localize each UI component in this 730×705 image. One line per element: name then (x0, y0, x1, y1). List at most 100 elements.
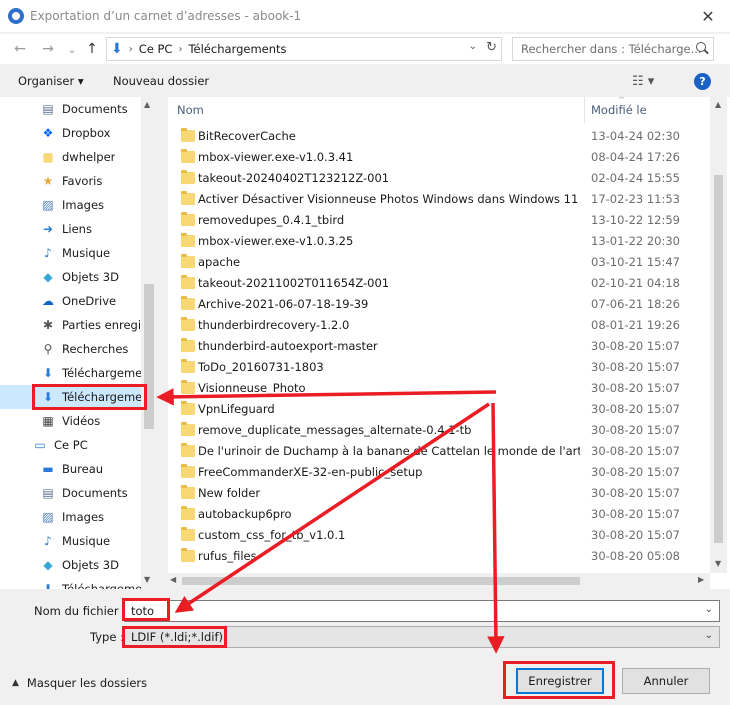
nav-item[interactable]: ▨ Images (0, 193, 141, 217)
filename-input[interactable]: toto ⌄ (124, 600, 720, 622)
file-name: ToDo_20160731-1803 (198, 360, 324, 374)
organize-button[interactable]: Organiser ▾ (18, 74, 84, 88)
file-list-vertical-scrollbar[interactable]: ▲ ▼ (710, 97, 727, 573)
chevron-down-icon[interactable]: ⌄ (705, 604, 713, 615)
cancel-button[interactable]: Annuler (622, 668, 710, 694)
folder-icon (181, 317, 195, 331)
nav-item[interactable]: ▨ Images (0, 505, 141, 529)
nav-item[interactable]: ★ Favoris (0, 169, 141, 193)
save-button[interactable]: Enregistrer (516, 668, 604, 694)
file-name: Archive-2021-06-07-18-19-39 (198, 297, 369, 311)
file-name: thunderbirdrecovery-1.2.0 (198, 318, 350, 332)
scroll-down-icon[interactable]: ▼ (144, 575, 150, 584)
vertical-scroll-thumb[interactable] (714, 175, 723, 543)
breadcrumb-downloads[interactable]: Téléchargements (188, 42, 286, 56)
navigation-pane[interactable]: ▤ Documents ❖ Dropbox ■ dwhelper ★ Favoris ▨ Imag… (0, 97, 157, 589)
breadcrumb-this-pc[interactable]: Ce PC (139, 42, 173, 56)
chevron-down-icon[interactable]: ⌄ (705, 630, 713, 641)
file-row[interactable]: takeout-20211002T011654Z-001 02-10-21 04:… (168, 273, 710, 294)
refresh-icon[interactable]: ↻ (486, 40, 497, 55)
column-modified[interactable]: Modifié le (591, 103, 647, 117)
file-row[interactable]: removedupes_0.4.1_tbird 13-10-22 12:59 (168, 210, 710, 231)
file-row[interactable]: De l'urinoir de Duchamp à la banane de C… (168, 441, 710, 462)
search-input[interactable]: Rechercher dans : Télécharge... (512, 37, 714, 61)
nav-item[interactable]: ▬ Bureau (0, 457, 141, 481)
file-row[interactable]: ToDo_20160731-1803 30-08-20 15:07 (168, 357, 710, 378)
view-options-icon[interactable]: ☷ ▾ (632, 74, 654, 89)
nav-item[interactable]: ■ dwhelper (0, 145, 141, 169)
file-row[interactable]: rufus_files 30-08-20 05:08 (168, 546, 710, 567)
hide-folders-toggle[interactable]: ▲ Masquer les dossiers (12, 676, 147, 690)
file-type-row: Type : LDIF (*.ldi;*.ldif) ⌄ (0, 626, 730, 650)
nav-item[interactable]: ⬇ Téléchargements (0, 361, 141, 385)
file-name: takeout-20240402T123212Z-001 (198, 171, 390, 185)
column-name[interactable]: Nom (177, 103, 204, 117)
file-row[interactable]: VpnLifeguard 30-08-20 15:07 (168, 399, 710, 420)
nav-item[interactable]: ⬇ Téléchargements (0, 385, 141, 409)
file-row[interactable]: thunderbird-autoexport-master 30-08-20 15… (168, 336, 710, 357)
close-button[interactable]: ✕ (686, 0, 730, 32)
file-name: remove_duplicate_messages_alternate-0.4.… (198, 423, 472, 437)
scroll-left-icon[interactable]: ◀ (170, 575, 176, 584)
nav-item[interactable]: ▤ Documents (0, 481, 141, 505)
scroll-down-icon[interactable]: ▼ (715, 559, 721, 568)
nav-item[interactable]: ✱ Parties enregistrées (0, 313, 141, 337)
up-arrow-icon[interactable]: ↑ (82, 39, 102, 59)
file-row[interactable]: Archive-2021-06-07-18-19-39 07-06-21 18:2… (168, 294, 710, 315)
nav-item[interactable]: ▤ Documents (0, 97, 141, 121)
file-row[interactable]: takeout-20240402T123212Z-001 02-04-24 15:… (168, 168, 710, 189)
file-row[interactable]: Activer Désactiver Visionneuse Photos Wi… (168, 189, 710, 210)
nav-item[interactable]: ❖ Dropbox (0, 121, 141, 145)
nav-item-label: Musique (62, 534, 111, 548)
file-row[interactable]: autobackup6pro 30-08-20 15:07 (168, 504, 710, 525)
file-name: mbox-viewer.exe-v1.0.3.25 (198, 234, 354, 248)
search-icon[interactable] (696, 42, 706, 52)
file-row[interactable]: Visionneuse_Photo 30-08-20 15:07 (168, 378, 710, 399)
file-list-horizontal-scrollbar[interactable]: ◀ ▶ (168, 573, 710, 589)
nav-item[interactable]: ⬇ Téléchargements (0, 577, 141, 589)
file-name: Visionneuse_Photo (198, 381, 306, 395)
recent-locations-icon[interactable]: ⌄ (62, 39, 82, 59)
cube-icon: ◆ (43, 558, 53, 572)
search-icon: ⚲ (43, 342, 53, 356)
file-row[interactable]: apache 03-10-21 15:47 (168, 252, 710, 273)
file-row[interactable]: remove_duplicate_messages_alternate-0.4.… (168, 420, 710, 441)
file-modified-date: 08-01-21 19:26 (591, 318, 680, 332)
new-folder-button[interactable]: Nouveau dossier (113, 74, 209, 88)
file-row[interactable]: thunderbirdrecovery-1.2.0 08-01-21 19:26 (168, 315, 710, 336)
column-divider[interactable] (584, 97, 585, 123)
nav-item-label: Recherches (62, 342, 129, 356)
nav-item-label: Ce PC (54, 438, 88, 452)
chevron-down-icon[interactable]: ⌄ (469, 41, 477, 52)
file-row[interactable]: New folder 30-08-20 15:07 (168, 483, 710, 504)
nav-scroll-thumb[interactable] (144, 284, 154, 429)
nav-item[interactable]: ▭ Ce PC (0, 433, 141, 457)
puzzle-icon: ✱ (42, 318, 54, 332)
nav-item[interactable]: ♪ Musique (0, 529, 141, 553)
nav-item[interactable]: ➜ Liens (0, 217, 141, 241)
file-row[interactable]: mbox-viewer.exe-v1.0.3.41 08-04-24 17:26 (168, 147, 710, 168)
nav-item[interactable]: ◆ Objets 3D (0, 553, 141, 577)
address-bar[interactable]: ⬇ › Ce PC › Téléchargements ⌄ ↻ (106, 37, 502, 61)
back-arrow-icon[interactable]: ← (10, 39, 30, 59)
nav-scrollbar[interactable]: ▲ ▼ (141, 97, 157, 589)
file-row[interactable]: custom_css_for_tb_v1.0.1 30-08-20 15:07 (168, 525, 710, 546)
scroll-up-icon[interactable]: ▲ (715, 100, 721, 109)
file-type-select[interactable]: LDIF (*.ldi;*.ldif) ⌄ (124, 626, 720, 648)
scroll-up-icon[interactable]: ▲ (144, 100, 150, 109)
nav-item[interactable]: ♪ Musique (0, 241, 141, 265)
nav-item[interactable]: ☁ OneDrive (0, 289, 141, 313)
file-row[interactable]: BitRecoverCache 13-04-24 02:30 (168, 126, 710, 147)
file-list[interactable]: Nom ^ Modifié le BitRecoverCache 13-04-24… (168, 97, 730, 589)
file-row[interactable]: mbox-viewer.exe-v1.0.3.25 13-01-22 20:30 (168, 231, 710, 252)
file-row[interactable]: FreeCommanderXE-32-en-public_setup 30-08-… (168, 462, 710, 483)
nav-item[interactable]: ▦ Vidéos (0, 409, 141, 433)
scroll-right-icon[interactable]: ▶ (698, 575, 704, 584)
horizontal-scroll-thumb[interactable] (182, 577, 580, 585)
download-icon: ⬇ (42, 390, 54, 404)
forward-arrow-icon[interactable]: → (38, 39, 58, 59)
nav-item[interactable]: ◆ Objets 3D (0, 265, 141, 289)
file-name: mbox-viewer.exe-v1.0.3.41 (198, 150, 354, 164)
help-icon[interactable]: ? (694, 73, 711, 90)
nav-item[interactable]: ⚲ Recherches (0, 337, 141, 361)
